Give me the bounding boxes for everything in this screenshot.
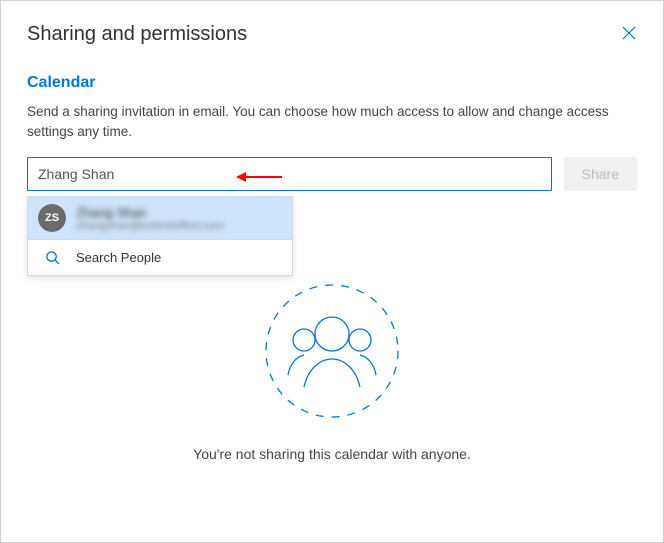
section-description: Send a sharing invitation in email. You … <box>27 102 637 141</box>
recipient-input[interactable] <box>27 157 552 191</box>
calendar-section-title: Calendar <box>27 74 637 92</box>
people-illustration-icon <box>258 277 406 430</box>
contact-name: Zhang Shan <box>76 205 224 220</box>
close-icon <box>622 26 636 45</box>
avatar: ZS <box>38 204 66 232</box>
contact-email: zhangshan@extendoffice.com <box>76 220 224 232</box>
panel-title: Sharing and permissions <box>27 23 637 46</box>
search-people-label: Search People <box>76 250 161 265</box>
people-suggestion-dropdown: ZS Zhang Shan zhangshan@extendoffice.com… <box>27 196 293 276</box>
close-button[interactable] <box>617 23 641 47</box>
share-button[interactable]: Share <box>564 157 637 191</box>
empty-state: You're not sharing this calendar with an… <box>1 277 663 462</box>
suggestion-text: Zhang Shan zhangshan@extendoffice.com <box>76 205 224 232</box>
sharing-permissions-panel: Sharing and permissions Calendar Send a … <box>1 1 663 542</box>
share-input-row: Share <box>27 157 637 191</box>
search-people-item[interactable]: Search People <box>28 240 292 275</box>
suggestion-contact[interactable]: ZS Zhang Shan zhangshan@extendoffice.com <box>28 197 292 240</box>
search-icon <box>38 250 66 265</box>
empty-state-text: You're not sharing this calendar with an… <box>193 446 471 462</box>
